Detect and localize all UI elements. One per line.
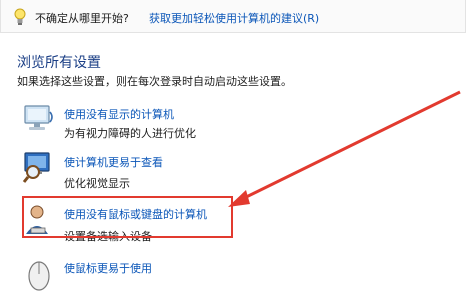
no-display-subtitle: 为有视力障碍的人进行优化 xyxy=(64,127,196,140)
narrator-computer-icon xyxy=(24,105,53,130)
tip-bar: 不确定从哪里开始? 获取更加轻松使用计算机的建议(R) xyxy=(0,0,466,33)
easier-to-see-subtitle: 优化视觉显示 xyxy=(64,177,130,190)
highlight-box xyxy=(22,196,233,238)
no-display-link[interactable]: 使用没有显示的计算机 xyxy=(64,106,174,122)
magnifier-monitor-icon xyxy=(22,152,50,183)
mouse-easier-link[interactable]: 使鼠标更易于使用 xyxy=(64,260,152,276)
setting-item-easier-to-see: 使计算机更易于查看 优化视觉显示 xyxy=(0,148,474,194)
setting-item-mouse-easier: 使鼠标更易于使用 xyxy=(0,254,474,300)
section-title: 浏览所有设置 xyxy=(17,55,101,71)
lightbulb-icon xyxy=(14,8,26,25)
section-description: 如果选择这些设置，则在每次登录时自动启动这些设置。 xyxy=(17,75,292,88)
setting-item-no-display: 使用没有显示的计算机 为有视力障碍的人进行优化 xyxy=(0,100,474,146)
easier-to-see-link[interactable]: 使计算机更易于查看 xyxy=(64,154,163,170)
tip-text: 不确定从哪里开始? xyxy=(35,12,129,25)
mouse-icon xyxy=(28,261,50,291)
get-suggestions-link[interactable]: 获取更加轻松使用计算机的建议(R) xyxy=(149,10,319,26)
